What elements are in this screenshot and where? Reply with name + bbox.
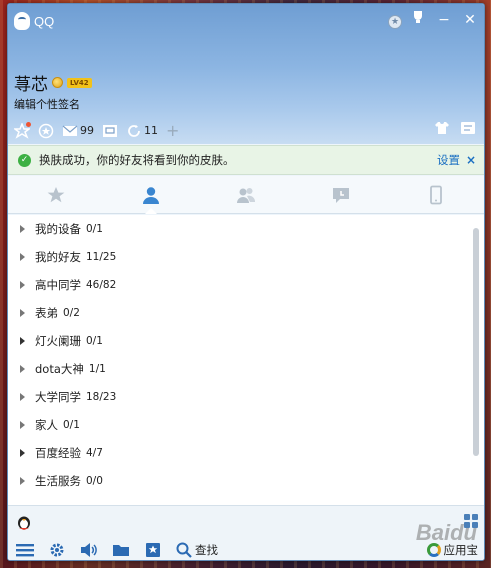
- tshirt-icon[interactable]: [434, 121, 450, 135]
- skin-change-notice: ✓ 换肤成功，你的好友将看到你的皮肤。 设置 ×: [8, 145, 484, 175]
- nickname-row: 荨芯 LV42: [14, 70, 92, 95]
- message-box-icon[interactable]: [460, 121, 476, 135]
- chevron-right-icon: [20, 253, 25, 261]
- wallet-icon: [103, 124, 117, 137]
- search-icon: [176, 542, 192, 558]
- qzone-star-icon: [38, 123, 54, 138]
- contact-group-list: 我的设备 0/1 我的好友 11/25 高中同学 46/82 表弟 0/2 灯火阑珊 0/…: [8, 215, 484, 505]
- signature-field[interactable]: 编辑个性签名: [14, 96, 80, 112]
- window-controls: ★ − ✕: [388, 10, 480, 30]
- mail-count: 99: [80, 124, 94, 137]
- notice-settings-link[interactable]: 设置: [437, 152, 460, 168]
- list-item[interactable]: 表弟 0/2: [8, 299, 484, 327]
- skin-icon[interactable]: [408, 10, 428, 30]
- chevron-right-icon: [20, 281, 25, 289]
- list-scrollbar[interactable]: [473, 228, 479, 456]
- app-store-label: 应用宝: [443, 543, 479, 557]
- tab-recent[interactable]: [294, 176, 389, 213]
- qq-main-window: QQ ★ − ✕ 荨芯 LV42 编辑个性签名 99 11 + ✓ 换肤成功，你…: [7, 3, 485, 561]
- chat-icon: [333, 187, 350, 203]
- header-right-tools: [434, 121, 476, 135]
- find-button[interactable]: 查找: [176, 542, 218, 558]
- qzone-count: 11: [144, 124, 158, 137]
- vip-coin-icon[interactable]: [52, 77, 63, 88]
- phone-icon: [430, 185, 443, 204]
- chevron-right-icon: [20, 225, 25, 233]
- mail-tool[interactable]: 99: [62, 124, 94, 138]
- mail-icon: [62, 125, 78, 136]
- speaker-icon: [81, 543, 97, 557]
- tab-favorites[interactable]: [8, 176, 103, 213]
- penguin-icon[interactable]: [16, 514, 32, 530]
- chevron-right-icon: [20, 309, 25, 317]
- qq-penguin-icon: [14, 12, 30, 30]
- tab-contacts[interactable]: [103, 176, 198, 214]
- chevron-right-icon: [20, 393, 25, 401]
- bookmark-star-icon: [146, 543, 160, 557]
- list-item[interactable]: 大学同学 18/23: [8, 383, 484, 411]
- app-grid-icon[interactable]: [464, 514, 478, 528]
- app-title: QQ: [34, 13, 55, 29]
- nickname[interactable]: 荨芯: [14, 70, 48, 95]
- notice-text: 换肤成功，你的好友将看到你的皮肤。: [39, 153, 235, 167]
- title-bar: QQ: [14, 12, 54, 30]
- list-item[interactable]: 家人 0/1: [8, 411, 484, 439]
- chevron-right-icon: [20, 421, 25, 429]
- minimize-button[interactable]: −: [434, 10, 454, 30]
- main-tabs: [8, 176, 484, 214]
- add-tool-button[interactable]: +: [166, 121, 179, 140]
- app-store-icon: [426, 543, 441, 557]
- chevron-right-icon: [20, 449, 25, 457]
- menu-icon: [16, 544, 34, 557]
- list-item[interactable]: 百度经验 4/7: [8, 439, 484, 467]
- bottom-toolbar: 查找: [16, 542, 218, 558]
- folder-icon: [113, 545, 129, 556]
- chevron-right-icon: [20, 477, 25, 485]
- tab-groups[interactable]: [198, 176, 293, 213]
- sound-button[interactable]: [80, 542, 98, 558]
- app-store-button[interactable]: 应用宝: [426, 542, 479, 558]
- qzone-tool[interactable]: [38, 123, 54, 139]
- bottom-panel: 查找 应用宝: [8, 505, 484, 560]
- settings-button[interactable]: [48, 542, 66, 558]
- list-item[interactable]: 灯火阑珊 0/1: [8, 327, 484, 355]
- check-icon: ✓: [18, 153, 31, 167]
- collection-button[interactable]: [144, 542, 162, 558]
- file-button[interactable]: [112, 542, 130, 558]
- main-menu-button[interactable]: [16, 542, 34, 558]
- list-item[interactable]: 我的好友 11/25: [8, 243, 484, 271]
- favorites-tool[interactable]: [14, 121, 31, 139]
- gear-icon: [50, 543, 64, 557]
- group-icon: [237, 187, 256, 203]
- chevron-right-icon: [20, 337, 25, 345]
- wallet-tool[interactable]: [102, 124, 118, 138]
- star-icon: [14, 122, 30, 139]
- chevron-right-icon: [20, 365, 25, 373]
- level-badge[interactable]: LV42: [67, 77, 92, 88]
- refresh-icon: [128, 124, 140, 137]
- list-item[interactable]: 高中同学 46/82: [8, 271, 484, 299]
- profile-header: QQ ★ − ✕ 荨芯 LV42 编辑个性签名 99 11 +: [8, 4, 484, 144]
- notice-close-button[interactable]: ×: [466, 153, 476, 167]
- close-button[interactable]: ✕: [460, 10, 480, 30]
- list-item[interactable]: 我的设备 0/1: [8, 215, 484, 243]
- medal-icon[interactable]: ★: [388, 14, 402, 29]
- list-item[interactable]: 生活服务 0/0: [8, 467, 484, 495]
- star-icon: [47, 186, 64, 202]
- qzone-updates-tool[interactable]: 11: [126, 123, 158, 139]
- profile-toolbar: 99 11 +: [14, 121, 179, 140]
- tab-phone[interactable]: [389, 176, 484, 213]
- contacts-icon: [142, 186, 159, 204]
- list-item[interactable]: dota大神 1/1: [8, 355, 484, 383]
- find-label: 查找: [195, 543, 218, 557]
